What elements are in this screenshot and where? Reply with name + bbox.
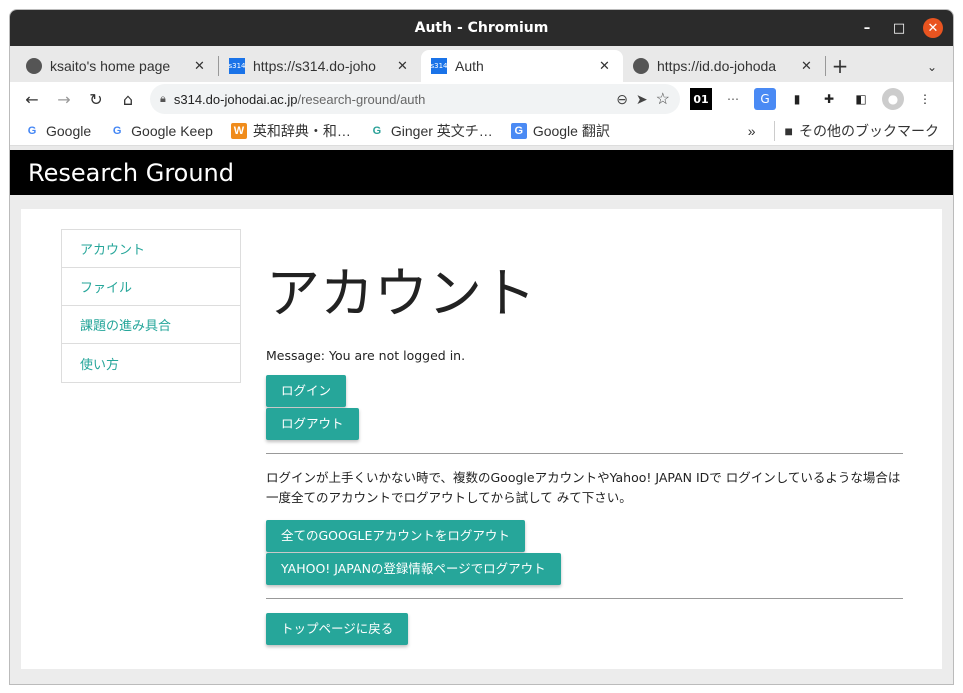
star-icon[interactable]: ☆ xyxy=(656,89,670,109)
bookmark-label: Google Keep xyxy=(131,122,213,139)
send-icon[interactable]: ➤ xyxy=(636,91,648,108)
bookmark-label: Google 翻訳 xyxy=(532,122,610,139)
sidenav-item-usage[interactable]: 使い方 xyxy=(62,344,240,382)
logout-button[interactable]: ログアウト xyxy=(266,408,359,440)
menu-icon[interactable]: ⋮ xyxy=(914,88,936,110)
tab-search-icon[interactable]: ⌄ xyxy=(927,60,937,74)
chat-extension-icon[interactable]: ⋯ xyxy=(722,88,744,110)
tab-s314[interactable]: s314 https://s314.do-joho ✕ xyxy=(219,50,421,82)
site-header: Research Ground xyxy=(10,150,953,195)
translate-icon: G xyxy=(510,122,527,139)
side-panel-icon[interactable]: ◧ xyxy=(850,88,872,110)
bookmarks-overflow-button[interactable]: » xyxy=(748,123,756,139)
login-button[interactable]: ログイン xyxy=(266,375,347,407)
tab-title: https://s314.do-joho xyxy=(253,58,376,74)
back-icon[interactable]: ← xyxy=(18,85,46,113)
bookmark-google-translate[interactable]: G Google 翻訳 xyxy=(510,121,610,141)
page-viewport: Research Ground アカウント ファイル 課題の進み具合 使い方 ア… xyxy=(10,150,953,684)
tab-home-page[interactable]: ksaito's home page ✕ xyxy=(16,50,218,82)
tab-id-do-johodai[interactable]: https://id.do-johoda ✕ xyxy=(623,50,825,82)
bookmark-google-keep[interactable]: G Google Keep xyxy=(109,123,213,139)
login-help-text: ログインが上手くいかない時で、複数のGoogleアカウントやYahoo! JAP… xyxy=(266,470,901,505)
divider xyxy=(266,453,903,454)
lock-icon: 🔒︎ xyxy=(160,92,166,105)
close-tab-icon[interactable]: ✕ xyxy=(599,59,613,74)
weblio-icon: W xyxy=(230,122,247,139)
bookmark-extension-icon[interactable]: ▮ xyxy=(786,88,808,110)
tab-title: Auth xyxy=(455,58,484,74)
forward-icon[interactable]: → xyxy=(50,85,78,113)
globe-icon xyxy=(633,58,649,74)
other-bookmarks[interactable]: ■ その他のブックマーク xyxy=(773,120,939,141)
yahoo-logout-button[interactable]: YAHOO! JAPANの登録情報ページでログアウト xyxy=(266,553,561,585)
google-icon: G xyxy=(112,124,122,137)
other-bookmarks-label: その他のブックマーク xyxy=(799,122,939,139)
translate-extension-icon[interactable]: G xyxy=(754,88,776,110)
bookmark-google[interactable]: G Google xyxy=(24,123,91,139)
url-host: s314.do-johodai.ac.jp xyxy=(173,91,298,107)
minimize-button[interactable]: – xyxy=(857,18,877,38)
page-title: アカウント xyxy=(266,262,536,325)
back-to-top-button[interactable]: トップページに戻る xyxy=(266,613,409,645)
close-window-button[interactable]: ✕ xyxy=(923,18,943,38)
bookmark-label: Google xyxy=(46,122,92,139)
tab-auth[interactable]: s314 Auth ✕ xyxy=(421,50,623,82)
home-icon[interactable]: ⌂ xyxy=(114,85,142,113)
close-tab-icon[interactable]: ✕ xyxy=(397,59,411,74)
maximize-button[interactable]: □ xyxy=(889,18,909,38)
site-title[interactable]: Research Ground xyxy=(28,159,234,187)
sidenav-item-account[interactable]: アカウント xyxy=(62,230,240,268)
close-tab-icon[interactable]: ✕ xyxy=(194,59,208,74)
url-path: /research-ground/auth xyxy=(297,91,426,107)
bookmark-ginger[interactable]: G Ginger 英文チ… xyxy=(369,121,493,141)
tab-title: ksaito's home page xyxy=(50,58,171,74)
window-title: Auth - Chromium xyxy=(414,20,549,36)
browser-window: Auth - Chromium – □ ✕ ksaito's home page… xyxy=(9,9,954,685)
main-content: アカウント Message: You are not logged in. ログ… xyxy=(266,249,903,646)
reload-icon[interactable]: ↻ xyxy=(82,85,110,113)
status-message: Message: You are not logged in. xyxy=(266,348,466,363)
puzzle-icon[interactable]: ✚ xyxy=(818,88,840,110)
tab-title: https://id.do-johoda xyxy=(657,58,777,74)
bookmark-label: 英和辞典・和… xyxy=(252,122,351,139)
zoom-icon[interactable]: ⊖ xyxy=(616,91,628,108)
side-navigation: アカウント ファイル 課題の進み具合 使い方 xyxy=(61,229,241,383)
google-icon: G xyxy=(27,124,37,137)
divider xyxy=(266,598,903,599)
globe-icon xyxy=(26,58,42,74)
address-bar[interactable]: 🔒︎ s314.do-johodai.ac.jp/research-ground… xyxy=(150,84,680,114)
sidenav-item-progress[interactable]: 課題の進み具合 xyxy=(62,306,240,344)
tab-strip: ksaito's home page ✕ s314 https://s314.d… xyxy=(10,46,953,82)
close-tab-icon[interactable]: ✕ xyxy=(801,59,815,74)
content-card: アカウント ファイル 課題の進み具合 使い方 アカウント Message: Yo… xyxy=(21,209,942,669)
folder-icon: ■ xyxy=(784,122,793,139)
toolbar: ← → ↻ ⌂ 🔒︎ s314.do-johodai.ac.jp/researc… xyxy=(10,82,953,116)
ginger-icon: G xyxy=(372,124,382,137)
bookmark-dictionary[interactable]: W 英和辞典・和… xyxy=(230,121,351,141)
logout-all-google-button[interactable]: 全てのGOOGLEアカウントをログアウト xyxy=(266,520,525,552)
sidenav-item-files[interactable]: ファイル xyxy=(62,268,240,306)
title-bar: Auth - Chromium – □ ✕ xyxy=(10,10,953,46)
bookmark-label: Ginger 英文チ… xyxy=(390,122,493,139)
s314-icon: s314 xyxy=(431,58,448,74)
s314-icon: s314 xyxy=(229,58,246,74)
avatar[interactable]: ● xyxy=(882,88,904,110)
bookmarks-bar: G Google G Google Keep W 英和辞典・和… G Ginge… xyxy=(10,116,953,146)
new-tab-button[interactable]: + xyxy=(826,50,854,82)
extension-01-icon[interactable]: 01 xyxy=(690,88,712,110)
